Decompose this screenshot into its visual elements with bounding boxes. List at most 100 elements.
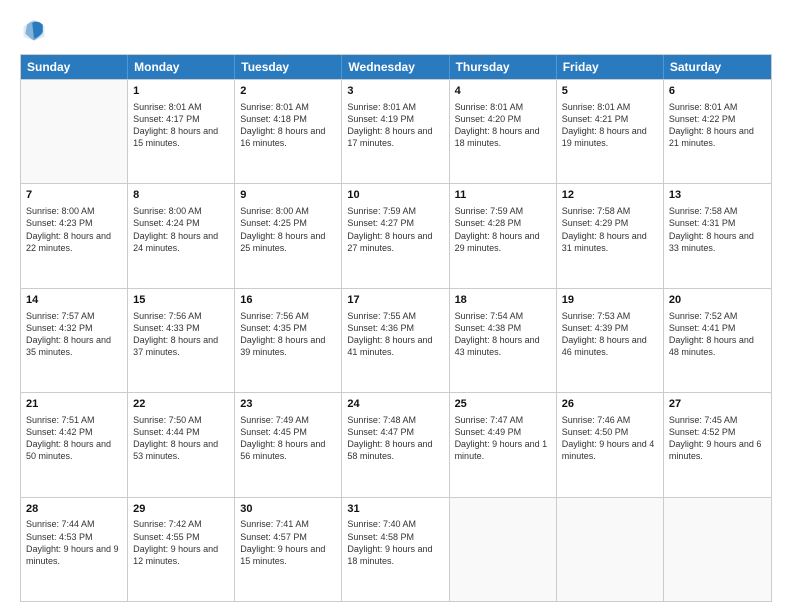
cal-cell: 14 Sunrise: 7:57 AMSunset: 4:32 PMDayligh… (21, 289, 128, 392)
day-info: Sunrise: 8:01 AMSunset: 4:17 PMDaylight:… (133, 101, 229, 150)
day-info: Sunrise: 7:45 AMSunset: 4:52 PMDaylight:… (669, 414, 766, 463)
cal-row-3: 21 Sunrise: 7:51 AMSunset: 4:42 PMDayligh… (21, 392, 771, 496)
day-number: 9 (240, 188, 336, 203)
day-info: Sunrise: 7:47 AMSunset: 4:49 PMDaylight:… (455, 414, 551, 463)
day-info: Sunrise: 7:54 AMSunset: 4:38 PMDaylight:… (455, 310, 551, 359)
day-info: Sunrise: 7:41 AMSunset: 4:57 PMDaylight:… (240, 518, 336, 567)
day-info: Sunrise: 8:01 AMSunset: 4:19 PMDaylight:… (347, 101, 443, 150)
page: SundayMondayTuesdayWednesdayThursdayFrid… (0, 0, 792, 612)
day-info: Sunrise: 7:50 AMSunset: 4:44 PMDaylight:… (133, 414, 229, 463)
cal-cell: 26Sunrise: 7:46 AMSunset: 4:50 PMDayligh… (557, 393, 664, 496)
cal-cell: 11 Sunrise: 7:59 AMSunset: 4:28 PMDayligh… (450, 184, 557, 287)
day-info: Sunrise: 7:58 AMSunset: 4:29 PMDaylight:… (562, 205, 658, 254)
header (20, 16, 772, 44)
day-info: Sunrise: 7:58 AMSunset: 4:31 PMDaylight:… (669, 205, 766, 254)
day-info: Sunrise: 7:40 AMSunset: 4:58 PMDaylight:… (347, 518, 443, 567)
calendar: SundayMondayTuesdayWednesdayThursdayFrid… (20, 54, 772, 602)
calendar-body: 1Sunrise: 8:01 AMSunset: 4:17 PMDaylight… (21, 79, 771, 601)
cal-cell (450, 498, 557, 601)
cal-cell: 4 Sunrise: 8:01 AMSunset: 4:20 PMDaylight… (450, 80, 557, 183)
cal-cell: 16 Sunrise: 7:56 AMSunset: 4:35 PMDayligh… (235, 289, 342, 392)
cal-cell: 15 Sunrise: 7:56 AMSunset: 4:33 PMDayligh… (128, 289, 235, 392)
cal-cell: 19 Sunrise: 7:53 AMSunset: 4:39 PMDayligh… (557, 289, 664, 392)
cal-cell: 20 Sunrise: 7:52 AMSunset: 4:41 PMDayligh… (664, 289, 771, 392)
day-info: Sunrise: 7:44 AMSunset: 4:53 PMDaylight:… (26, 518, 122, 567)
cal-cell: 10 Sunrise: 7:59 AMSunset: 4:27 PMDayligh… (342, 184, 449, 287)
cal-cell: 21 Sunrise: 7:51 AMSunset: 4:42 PMDayligh… (21, 393, 128, 496)
day-number: 5 (562, 84, 658, 99)
cal-cell: 18 Sunrise: 7:54 AMSunset: 4:38 PMDayligh… (450, 289, 557, 392)
day-number: 20 (669, 293, 766, 308)
cal-cell: 13 Sunrise: 7:58 AMSunset: 4:31 PMDayligh… (664, 184, 771, 287)
day-number: 19 (562, 293, 658, 308)
cal-cell: 23Sunrise: 7:49 AMSunset: 4:45 PMDayligh… (235, 393, 342, 496)
day-info: Sunrise: 8:01 AMSunset: 4:18 PMDaylight:… (240, 101, 336, 150)
day-number: 3 (347, 84, 443, 99)
day-info: Sunrise: 8:01 AMSunset: 4:21 PMDaylight:… (562, 101, 658, 150)
day-number: 2 (240, 84, 336, 99)
cal-cell: 17 Sunrise: 7:55 AMSunset: 4:36 PMDayligh… (342, 289, 449, 392)
cal-cell: 8 Sunrise: 8:00 AMSunset: 4:24 PMDaylight… (128, 184, 235, 287)
day-info: Sunrise: 7:51 AMSunset: 4:42 PMDaylight:… (26, 414, 122, 463)
day-number: 21 (26, 397, 122, 412)
day-number: 25 (455, 397, 551, 412)
day-info: Sunrise: 7:42 AMSunset: 4:55 PMDaylight:… (133, 518, 229, 567)
cal-cell (557, 498, 664, 601)
day-number: 18 (455, 293, 551, 308)
day-number: 24 (347, 397, 443, 412)
day-info: Sunrise: 7:59 AMSunset: 4:27 PMDaylight:… (347, 205, 443, 254)
day-info: Sunrise: 8:01 AMSunset: 4:20 PMDaylight:… (455, 101, 551, 150)
day-info: Sunrise: 8:00 AMSunset: 4:25 PMDaylight:… (240, 205, 336, 254)
day-number: 28 (26, 502, 122, 517)
day-info: Sunrise: 7:56 AMSunset: 4:33 PMDaylight:… (133, 310, 229, 359)
day-number: 17 (347, 293, 443, 308)
day-number: 22 (133, 397, 229, 412)
day-number: 8 (133, 188, 229, 203)
cal-cell: 12 Sunrise: 7:58 AMSunset: 4:29 PMDayligh… (557, 184, 664, 287)
day-number: 29 (133, 502, 229, 517)
cal-row-2: 14 Sunrise: 7:57 AMSunset: 4:32 PMDayligh… (21, 288, 771, 392)
day-number: 10 (347, 188, 443, 203)
cal-cell: 2 Sunrise: 8:01 AMSunset: 4:18 PMDaylight… (235, 80, 342, 183)
day-info: Sunrise: 8:00 AMSunset: 4:24 PMDaylight:… (133, 205, 229, 254)
cal-cell: 28Sunrise: 7:44 AMSunset: 4:53 PMDayligh… (21, 498, 128, 601)
day-info: Sunrise: 7:53 AMSunset: 4:39 PMDaylight:… (562, 310, 658, 359)
day-info: Sunrise: 7:46 AMSunset: 4:50 PMDaylight:… (562, 414, 658, 463)
day-number: 13 (669, 188, 766, 203)
day-number: 11 (455, 188, 551, 203)
day-number: 6 (669, 84, 766, 99)
day-number: 12 (562, 188, 658, 203)
cal-cell: 9 Sunrise: 8:00 AMSunset: 4:25 PMDaylight… (235, 184, 342, 287)
header-day-tuesday: Tuesday (235, 55, 342, 79)
calendar-header: SundayMondayTuesdayWednesdayThursdayFrid… (21, 55, 771, 79)
day-number: 7 (26, 188, 122, 203)
day-number: 16 (240, 293, 336, 308)
day-number: 30 (240, 502, 336, 517)
day-info: Sunrise: 8:01 AMSunset: 4:22 PMDaylight:… (669, 101, 766, 150)
day-number: 31 (347, 502, 443, 517)
header-day-wednesday: Wednesday (342, 55, 449, 79)
day-number: 23 (240, 397, 336, 412)
day-number: 15 (133, 293, 229, 308)
day-info: Sunrise: 7:56 AMSunset: 4:35 PMDaylight:… (240, 310, 336, 359)
cal-cell (664, 498, 771, 601)
day-info: Sunrise: 7:52 AMSunset: 4:41 PMDaylight:… (669, 310, 766, 359)
day-info: Sunrise: 8:00 AMSunset: 4:23 PMDaylight:… (26, 205, 122, 254)
cal-cell: 22 Sunrise: 7:50 AMSunset: 4:44 PMDayligh… (128, 393, 235, 496)
cal-cell: 27Sunrise: 7:45 AMSunset: 4:52 PMDayligh… (664, 393, 771, 496)
day-info: Sunrise: 7:55 AMSunset: 4:36 PMDaylight:… (347, 310, 443, 359)
day-info: Sunrise: 7:59 AMSunset: 4:28 PMDaylight:… (455, 205, 551, 254)
cal-row-4: 28Sunrise: 7:44 AMSunset: 4:53 PMDayligh… (21, 497, 771, 601)
day-number: 14 (26, 293, 122, 308)
cal-cell: 24Sunrise: 7:48 AMSunset: 4:47 PMDayligh… (342, 393, 449, 496)
cal-cell (21, 80, 128, 183)
cal-cell: 25 Sunrise: 7:47 AMSunset: 4:49 PMDayligh… (450, 393, 557, 496)
cal-cell: 30Sunrise: 7:41 AMSunset: 4:57 PMDayligh… (235, 498, 342, 601)
cal-cell: 6 Sunrise: 8:01 AMSunset: 4:22 PMDaylight… (664, 80, 771, 183)
day-info: Sunrise: 7:57 AMSunset: 4:32 PMDaylight:… (26, 310, 122, 359)
day-number: 4 (455, 84, 551, 99)
cal-cell: 1Sunrise: 8:01 AMSunset: 4:17 PMDaylight… (128, 80, 235, 183)
cal-row-0: 1Sunrise: 8:01 AMSunset: 4:17 PMDaylight… (21, 79, 771, 183)
header-day-thursday: Thursday (450, 55, 557, 79)
cal-row-1: 7 Sunrise: 8:00 AMSunset: 4:23 PMDaylight… (21, 183, 771, 287)
